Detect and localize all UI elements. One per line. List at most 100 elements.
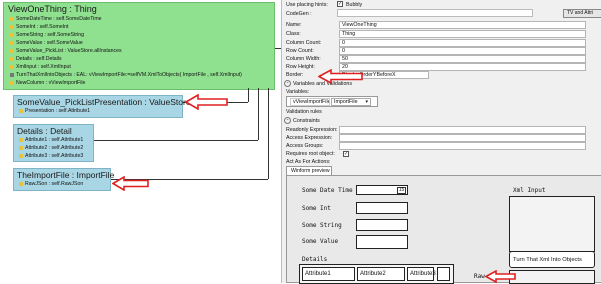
- column-width-label: Column Width:: [286, 56, 321, 62]
- access-expression-label: Access Expression:: [286, 135, 333, 141]
- attribute-icon: [10, 64, 14, 69]
- node-attribute: XmlInput : self.XmlInput: [10, 64, 71, 70]
- winform-preview-label: Winform preview: [291, 168, 330, 174]
- xml-input-field[interactable]: [509, 196, 595, 252]
- chevron-down-icon: ▾: [365, 99, 368, 105]
- tv-button-label: TV and Attri: [567, 10, 594, 16]
- picklist-presentation-node[interactable]: SomeValue_PickListPresentation : ValueSt…: [13, 95, 191, 118]
- border-label: Border:: [286, 72, 304, 78]
- red-arrow-icon: [485, 270, 516, 283]
- red-arrow-icon: [185, 94, 228, 110]
- red-arrow-icon: [318, 69, 363, 84]
- view-one-thing-node[interactable]: ViewOneThing : Thing SomeDateTime : self…: [3, 2, 275, 90]
- readonly-expression-label: Readonly Expression:: [286, 127, 338, 133]
- codegen-dropdown[interactable]: [337, 9, 533, 17]
- attribute-icon: [19, 153, 23, 158]
- connector-line: [248, 88, 249, 102]
- some-int-field[interactable]: [356, 202, 408, 214]
- codegen-label: CodeGen :: [286, 11, 312, 17]
- row-height-field[interactable]: 20: [339, 63, 586, 71]
- bubbly-checkbox[interactable]: ✓: [337, 1, 343, 7]
- column-count-label: Column Count:: [286, 40, 322, 46]
- tv-attributes-button[interactable]: TV and Attri: [563, 9, 601, 18]
- action-icon: [10, 72, 14, 77]
- class-label: Class:: [286, 31, 301, 37]
- readonly-expression-field[interactable]: [339, 126, 586, 134]
- name-label: Name:: [286, 22, 302, 28]
- node-attribute: Attribute1 : self.Attribute1: [19, 137, 83, 143]
- node-attribute: Attribute2 : self.Attribute2: [19, 145, 83, 151]
- column-count-field[interactable]: 0: [339, 39, 586, 47]
- requires-root-label: Requires root object:: [286, 151, 335, 157]
- attribute-icon: [10, 16, 14, 21]
- winform-preview-tab[interactable]: Winform preview: [286, 166, 332, 175]
- access-groups-label: Access Groups:: [286, 143, 324, 149]
- attribute3-column-header[interactable]: Attribute3: [407, 267, 436, 281]
- some-date-time-field[interactable]: 15: [356, 185, 408, 195]
- details-node[interactable]: Details : Detail Attribute1 : self.Attri…: [13, 124, 94, 162]
- attribute-icon: [10, 80, 14, 85]
- collapse-icon[interactable]: ⌃: [284, 117, 291, 124]
- node-attribute: SomeValue : self.SomeValue: [10, 40, 83, 46]
- details-label: Details: [302, 256, 328, 263]
- node-attribute: Attribute3 : self.Attribute3: [19, 153, 83, 159]
- attribute-icon: [10, 24, 14, 29]
- access-expression-field[interactable]: [339, 134, 586, 142]
- attribute-icon: [10, 40, 14, 45]
- attribute-icon: [19, 108, 23, 113]
- date-spin-button[interactable]: 15: [397, 187, 406, 194]
- attribute2-column-header[interactable]: Attribute2: [357, 267, 405, 281]
- attribute-icon: [10, 48, 14, 53]
- row-count-label: Row Count:: [286, 48, 314, 54]
- red-arrow-icon: [112, 176, 149, 191]
- row-height-label: Row Height:: [286, 64, 315, 70]
- variable-name-field[interactable]: vViewImportFile: [290, 98, 330, 106]
- constraints-section-label: Constraints: [293, 118, 320, 124]
- some-value-field[interactable]: [356, 235, 408, 249]
- constraints-section-header[interactable]: ⌃ Constraints: [284, 117, 600, 125]
- details-grid[interactable]: Attribute1 Attribute2 Attribute3: [299, 264, 454, 284]
- use-placing-hints-label: Use placing hints:: [286, 2, 328, 8]
- column-width-field[interactable]: 50: [339, 55, 586, 63]
- node-attribute: SomeValue_PickList : ValueStore.allInsta…: [10, 48, 122, 54]
- import-file-node[interactable]: TheImportFile : ImportFile RawJSon : sel…: [13, 168, 115, 191]
- node-attribute: Details : self.Details: [10, 56, 62, 62]
- act-as-label: Act As For Actions:: [286, 159, 331, 165]
- node-attribute: SomeDateTime : self.SomeDateTime: [10, 16, 102, 22]
- winform-preview-canvas: Some Date Time 15 Xml Input Some Int Som…: [286, 175, 601, 284]
- xml-input-label: Xml Input: [513, 187, 546, 194]
- node-action: TurnThatXmlIntoObjects : EAL: vViewImpor…: [10, 72, 242, 78]
- raw-json-field[interactable]: [509, 270, 595, 284]
- variable-type-value: ImportFile: [334, 99, 358, 105]
- attribute-icon: [19, 181, 23, 186]
- turn-xml-into-objects-button[interactable]: Turn That Xml Into Objects: [509, 251, 595, 268]
- row-count-field[interactable]: 0: [339, 47, 586, 55]
- node-title: Details : Detail: [17, 126, 72, 136]
- node-attribute: RawJSon : self.RawJSon: [19, 181, 83, 187]
- grid-scrollbar[interactable]: [437, 267, 450, 281]
- requires-root-checkbox[interactable]: ✓: [343, 151, 349, 157]
- variables-list: vViewImportFile ImportFile ▾: [286, 96, 378, 107]
- node-title: ViewOneThing : Thing: [8, 4, 97, 14]
- connector-line: [94, 140, 258, 141]
- validation-rules-label: Validation rules: [286, 109, 322, 115]
- attribute-icon: [19, 145, 23, 150]
- properties-panel: Use placing hints: ✓ Bubbly CodeGen : TV…: [281, 0, 601, 284]
- node-attribute: SomeInt : self.SomeInt: [10, 24, 68, 30]
- bubbly-label: Bubbly: [346, 2, 363, 8]
- some-value-label: Some Value: [302, 238, 339, 245]
- node-attribute: Presentation : self.Attribute1: [19, 108, 90, 114]
- class-field[interactable]: Thing: [339, 30, 586, 38]
- variable-type-dropdown[interactable]: ImportFile ▾: [331, 98, 371, 106]
- node-title: SomeValue_PickListPresentation : ValueSt…: [17, 97, 191, 107]
- connector-line: [268, 88, 269, 179]
- variables-label: Variables:: [286, 89, 310, 95]
- node-title: TheImportFile : ImportFile: [17, 170, 115, 180]
- some-string-field[interactable]: [356, 219, 408, 231]
- name-field[interactable]: ViewOneThing: [339, 21, 586, 29]
- access-groups-field[interactable]: [339, 142, 586, 150]
- attribute1-column-header[interactable]: Attribute1: [302, 267, 355, 281]
- some-string-label: Some String: [302, 222, 342, 229]
- node-attribute: NewColumn : vViewImportFile: [10, 80, 85, 86]
- collapse-icon[interactable]: ⌃: [284, 80, 291, 87]
